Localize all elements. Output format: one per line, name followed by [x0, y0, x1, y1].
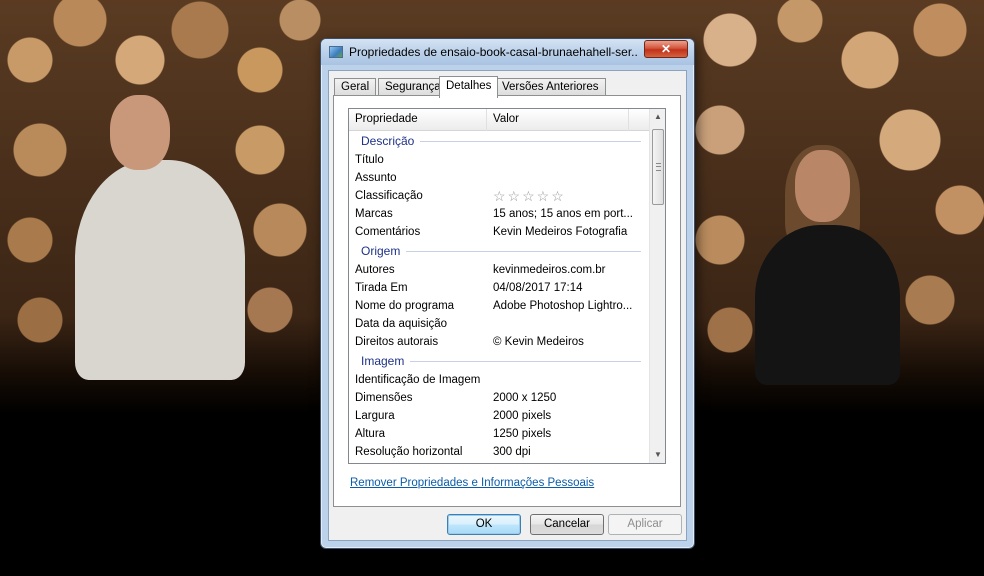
property-name: Comentários: [355, 226, 421, 238]
property-name: Dimensões: [355, 392, 413, 404]
property-name: Tirada Em: [355, 282, 408, 294]
rating-stars-icon[interactable]: ☆☆☆☆☆: [493, 187, 641, 205]
property-name: Marcas: [355, 208, 393, 220]
section-header-description: Descrição: [349, 131, 651, 151]
table-row[interactable]: Nome do programa Adobe Photoshop Lightro.…: [349, 297, 651, 315]
property-name: Direitos autorais: [355, 336, 439, 348]
scroll-down-icon[interactable]: ▼: [650, 447, 665, 463]
properties-dialog: Propriedades de ensaio-book-casal-brunae…: [320, 38, 695, 549]
column-header-property[interactable]: Propriedade: [349, 109, 487, 131]
property-value[interactable]: 04/08/2017 17:14: [493, 279, 641, 297]
property-value[interactable]: 2000 x 1250: [493, 389, 641, 407]
cancel-button[interactable]: Cancelar: [530, 514, 604, 535]
apply-button[interactable]: Aplicar: [608, 514, 682, 535]
property-value[interactable]: © Kevin Medeiros: [493, 333, 641, 351]
properties-list[interactable]: Propriedade Valor Descrição Título Assun…: [348, 108, 666, 464]
table-row[interactable]: Data da aquisição: [349, 315, 651, 333]
grip-icon: [656, 163, 661, 171]
property-value[interactable]: Kevin Medeiros Fotografia: [493, 223, 641, 241]
table-row[interactable]: Dimensões 2000 x 1250: [349, 389, 651, 407]
dialog-client-area: Geral Segurança Detalhes Versões Anterio…: [328, 70, 687, 541]
table-row[interactable]: Marcas 15 anos; 15 anos em port...: [349, 205, 651, 223]
photo-woman-body: [755, 225, 900, 385]
table-row[interactable]: Classificação ☆☆☆☆☆: [349, 187, 651, 205]
list-rows: Descrição Título Assunto Classificação ☆☆…: [349, 131, 651, 463]
tab-detalhes[interactable]: Detalhes: [439, 76, 499, 98]
table-row[interactable]: Título: [349, 151, 651, 169]
table-row[interactable]: Direitos autorais © Kevin Medeiros: [349, 333, 651, 351]
section-header-origin: Origem: [349, 241, 651, 261]
photo-man-head: [110, 95, 170, 170]
title-bar[interactable]: Propriedades de ensaio-book-casal-brunae…: [321, 39, 694, 65]
tab-versoes-anteriores[interactable]: Versões Anteriores: [495, 78, 606, 96]
table-row[interactable]: Altura 1250 pixels: [349, 425, 651, 443]
table-row[interactable]: Autores kevinmedeiros.com.br: [349, 261, 651, 279]
list-header: Propriedade Valor: [349, 109, 651, 131]
property-name: Nome do programa: [355, 300, 455, 312]
property-value[interactable]: Adobe Photoshop Lightro...: [493, 297, 641, 315]
property-value[interactable]: 1250 pixels: [493, 425, 641, 443]
property-name: Largura: [355, 410, 395, 422]
scroll-up-icon[interactable]: ▲: [650, 109, 665, 125]
property-name: Classificação: [355, 190, 423, 202]
property-value[interactable]: 300 dpi: [493, 443, 641, 461]
photo-woman-head: [795, 150, 850, 222]
table-row[interactable]: Comentários Kevin Medeiros Fotografia: [349, 223, 651, 241]
table-row[interactable]: Tirada Em 04/08/2017 17:14: [349, 279, 651, 297]
remove-properties-link[interactable]: Remover Propriedades e Informações Pesso…: [350, 477, 594, 489]
property-name: Altura: [355, 428, 386, 440]
tab-geral[interactable]: Geral: [334, 78, 377, 96]
window-title: Propriedades de ensaio-book-casal-brunae…: [349, 45, 639, 59]
property-name: Título: [355, 154, 384, 166]
table-row[interactable]: Resolução horizontal 300 dpi: [349, 443, 651, 461]
property-name: Identificação de Imagem: [355, 374, 481, 386]
column-header-value[interactable]: Valor: [487, 109, 629, 131]
details-tab-panel: Propriedade Valor Descrição Título Assun…: [333, 95, 681, 507]
ok-button[interactable]: OK: [447, 514, 521, 535]
property-name: Assunto: [355, 172, 397, 184]
property-value[interactable]: 15 anos; 15 anos em port...: [493, 205, 641, 223]
table-row[interactable]: Assunto: [349, 169, 651, 187]
vertical-scrollbar[interactable]: ▲ ▼: [649, 109, 665, 463]
section-header-image: Imagem: [349, 351, 651, 371]
close-button[interactable]: ✕: [644, 40, 688, 58]
property-name: Autores: [355, 264, 395, 276]
table-row[interactable]: Identificação de Imagem: [349, 371, 651, 389]
table-row[interactable]: Largura 2000 pixels: [349, 407, 651, 425]
property-name: Data da aquisição: [355, 318, 448, 330]
property-name: Resolução horizontal: [355, 446, 463, 458]
scrollbar-thumb[interactable]: [652, 129, 664, 205]
property-value[interactable]: kevinmedeiros.com.br: [493, 261, 641, 279]
photo-man-body: [75, 160, 245, 380]
tab-seguranca[interactable]: Segurança: [378, 78, 448, 96]
image-file-icon: [329, 46, 343, 58]
property-value[interactable]: 2000 pixels: [493, 407, 641, 425]
